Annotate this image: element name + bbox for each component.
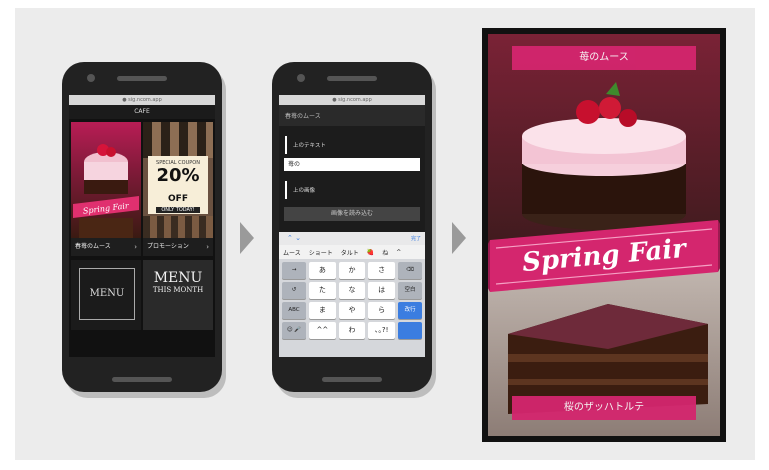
menu-card: MENU THIS MONTH (149, 270, 207, 294)
menu-card-title: MENU (153, 270, 203, 286)
candidate[interactable]: ショート (305, 248, 337, 257)
candidate[interactable]: ね (378, 248, 392, 257)
candidate[interactable]: 🍓 (363, 249, 378, 256)
form-title: 春苺のムース (279, 105, 425, 126)
tile-caption-mousse: 春苺のムース › (71, 238, 141, 256)
signage-display: Spring Fair 苺のムース 桜のザッハトルテ (482, 28, 726, 442)
key[interactable]: わ (338, 322, 366, 339)
slide: ● sig.ncom.app CAFE Spring Fair 春苺のムース ›… (0, 0, 769, 470)
bottom-banner: 桜のザッハトルテ (512, 396, 696, 420)
done-button[interactable]: 完了 (411, 235, 421, 242)
key[interactable]: か (338, 262, 366, 279)
coffee-cups-photo (143, 122, 213, 158)
home-bar[interactable] (322, 377, 382, 382)
chevron-up-down-icon[interactable]: ⌃ ⌄ (287, 234, 301, 242)
key[interactable]: や (338, 302, 366, 319)
tile-caption-promotion: プロモーション › (143, 238, 213, 256)
camera-dot (87, 74, 95, 82)
key[interactable]: ら (368, 302, 396, 319)
url-bar[interactable]: ● sig.ncom.app (279, 95, 425, 105)
key-return-continued[interactable] (398, 322, 423, 339)
coupon-line3: ONLY TODAY! (156, 207, 200, 213)
tile-caption-label: プロモーション (147, 243, 189, 250)
candidate[interactable]: タルト (337, 248, 363, 257)
keyboard: ⌃ ⌄ 完了 ムース ショート タルト 🍓 ね ^ → あ か さ ⌫ ↺ た … (279, 232, 425, 357)
expand-candidates-icon[interactable]: ^ (392, 249, 405, 256)
key[interactable]: は (368, 282, 396, 299)
tile-blackboard[interactable]: MENU (71, 260, 141, 330)
key[interactable]: さ (368, 262, 396, 279)
app-title: CAFE (69, 105, 215, 119)
chevron-right-icon: › (206, 243, 209, 251)
key-return[interactable]: 改行 (398, 302, 423, 319)
key[interactable]: ま (309, 302, 336, 319)
key-abc[interactable]: ABC (282, 302, 306, 319)
arrow-right-icon (240, 222, 254, 254)
camera-dot (297, 74, 305, 82)
svg-text:Spring Fair: Spring Fair (82, 201, 130, 216)
coupon-thumbnail: SPECIAL COUPON 20% OFF ONLY TODAY! (143, 122, 213, 238)
coupon-card: SPECIAL COUPON 20% OFF ONLY TODAY! (148, 156, 208, 214)
top-banner: 苺のムース (512, 46, 696, 70)
candidate[interactable]: ムース (279, 248, 305, 257)
home-bar[interactable] (112, 377, 172, 382)
blackboard-menu-text: MENU (79, 268, 135, 320)
key[interactable]: な (338, 282, 366, 299)
arrow-right-icon (452, 222, 466, 254)
cake-photo: Spring Fair (488, 34, 720, 436)
phone-1-screen: ● sig.ncom.app CAFE Spring Fair 春苺のムース ›… (69, 95, 215, 357)
keyboard-row: → あ か さ ⌫ (279, 259, 425, 279)
section-text-label: 上のテキスト (285, 136, 425, 154)
emoji-mic-icon[interactable]: ☺ 🎤 (282, 322, 306, 339)
tile-menu-this-month[interactable]: MENU THIS MONTH (143, 260, 213, 330)
upload-image-button[interactable]: 画像を読み込む (284, 207, 420, 221)
undo-icon[interactable]: ↺ (282, 282, 306, 299)
tile-promotion[interactable]: SPECIAL COUPON 20% OFF ONLY TODAY! プロモーシ… (143, 122, 213, 256)
keyboard-row: ↺ た な は 空白 (279, 279, 425, 299)
key[interactable]: ､｡?! (368, 322, 396, 339)
key-next[interactable]: → (282, 262, 306, 279)
keyboard-row: ABC ま や ら 改行 (279, 299, 425, 319)
section-image-label: 上の画像 (285, 181, 425, 199)
keyboard-row: ☺ 🎤 ^^ わ ､｡?! (279, 319, 425, 339)
speaker-grille (117, 76, 167, 81)
coupon-discount: 20% (156, 165, 200, 186)
key[interactable]: た (309, 282, 336, 299)
mini-ribbon-label: Spring Fair (82, 201, 130, 216)
key-space[interactable]: 空白 (398, 282, 423, 299)
mousse-thumbnail: Spring Fair (71, 122, 141, 238)
key[interactable]: ^^ (309, 322, 336, 339)
backspace-icon[interactable]: ⌫ (398, 262, 423, 279)
phone-1: ● sig.ncom.app CAFE Spring Fair 春苺のムース ›… (62, 62, 222, 392)
url-bar[interactable]: ● sig.ncom.app (69, 95, 215, 105)
tile-caption-label: 春苺のムース (75, 243, 111, 250)
phone-2: ● sig.ncom.app 春苺のムース 上のテキスト 苺の 上の画像 画像を… (272, 62, 432, 392)
coupon-off: OFF (168, 194, 188, 204)
candidate-bar: ムース ショート タルト 🍓 ね ^ (279, 245, 425, 259)
key[interactable]: あ (309, 262, 336, 279)
chevron-right-icon: › (134, 243, 137, 251)
bakery-photo (143, 216, 213, 238)
signage-screen: Spring Fair 苺のムース 桜のザッハトルテ (488, 34, 720, 436)
text-input[interactable]: 苺の (284, 158, 420, 171)
keyboard-toolbar: ⌃ ⌄ 完了 (279, 232, 425, 245)
menu-card-subtitle: THIS MONTH (152, 286, 204, 294)
speaker-grille (327, 76, 377, 81)
phone-2-screen: ● sig.ncom.app 春苺のムース 上のテキスト 苺の 上の画像 画像を… (279, 95, 425, 357)
tile-mousse[interactable]: Spring Fair 春苺のムース › (71, 122, 141, 256)
